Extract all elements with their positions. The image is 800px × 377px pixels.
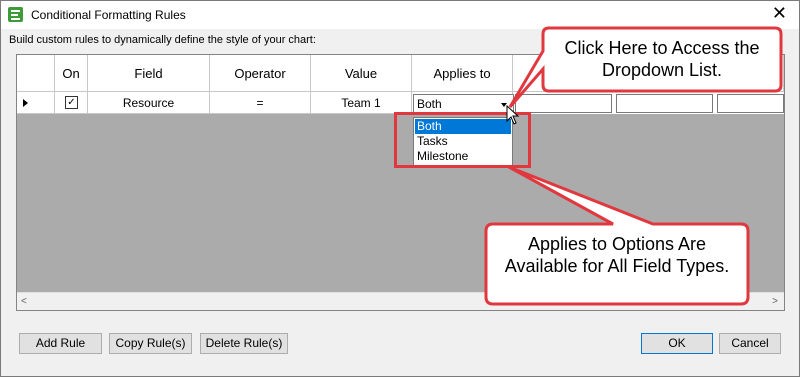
dialog-window: Conditional Formatting Rules ✕ Build cus… [0, 0, 800, 377]
callout-bottom-text: Applies to Options Are Available for All… [504, 234, 730, 276]
add-rule-button[interactable]: Add Rule [19, 333, 102, 354]
copy-rules-button[interactable]: Copy Rule(s) [109, 333, 192, 354]
mouse-pointer-icon [506, 105, 520, 125]
callout-top-text: Click Here to Access the Dropdown List. [564, 38, 760, 80]
delete-rules-button[interactable]: Delete Rule(s) [200, 333, 288, 354]
cancel-button[interactable]: Cancel [719, 333, 781, 354]
ok-button[interactable]: OK [641, 333, 713, 354]
